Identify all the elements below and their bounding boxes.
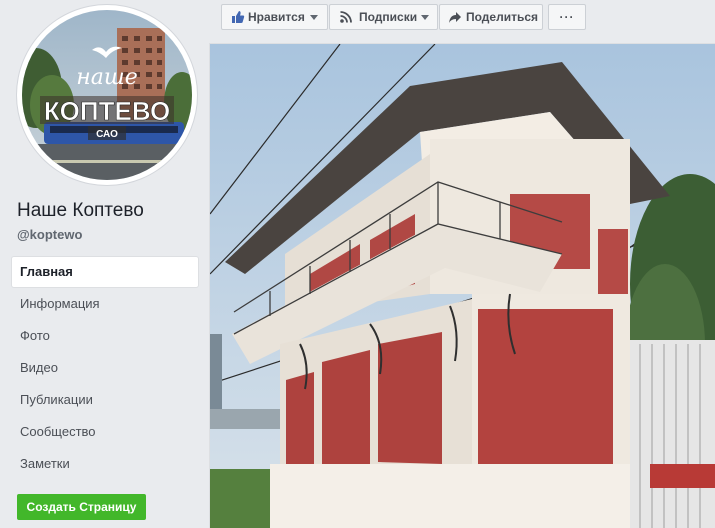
nav-item-videos[interactable]: Видео: [12, 353, 198, 383]
share-arrow-icon: [449, 12, 461, 23]
nav-item-photos[interactable]: Фото: [12, 321, 198, 351]
chevron-down-icon: [310, 15, 318, 20]
more-icon: ···: [559, 10, 575, 24]
share-label: Поделиться: [466, 10, 539, 24]
follow-label: Подписки: [359, 10, 418, 24]
avatar[interactable]: наше КОПТЕВО САО: [22, 10, 192, 180]
nav-item-about[interactable]: Информация: [12, 289, 198, 319]
avatar-logo-line2: КОПТЕВО: [44, 96, 170, 126]
left-column: наше КОПТЕВО САО Наше Коптево @koptewo Г…: [0, 0, 208, 527]
nav-item-posts[interactable]: Публикации: [12, 385, 198, 415]
rss-icon: [340, 11, 352, 23]
thumbs-up-icon: [232, 11, 245, 23]
page-username[interactable]: @koptewo: [17, 227, 82, 242]
chevron-down-icon: [421, 15, 429, 20]
more-options-button[interactable]: ···: [548, 4, 586, 30]
page-nav: Главная Информация Фото Видео Публикации…: [12, 257, 198, 481]
cover-photo[interactable]: [209, 43, 715, 528]
profile-picture-frame[interactable]: наше КОПТЕВО САО: [17, 5, 197, 185]
nav-item-home[interactable]: Главная: [12, 257, 198, 287]
avatar-logo-line1: наше: [76, 65, 137, 90]
page-title[interactable]: Наше Коптево: [17, 200, 144, 222]
share-button[interactable]: Поделиться: [439, 4, 543, 30]
nav-item-notes[interactable]: Заметки: [12, 449, 198, 479]
like-label: Нравится: [248, 10, 305, 24]
avatar-logo-line3: САО: [96, 129, 118, 140]
nav-item-community[interactable]: Сообщество: [12, 417, 198, 447]
follow-button[interactable]: Подписки: [329, 4, 438, 30]
like-button[interactable]: Нравится: [221, 4, 328, 30]
create-page-button[interactable]: Создать Страницу: [17, 494, 146, 520]
